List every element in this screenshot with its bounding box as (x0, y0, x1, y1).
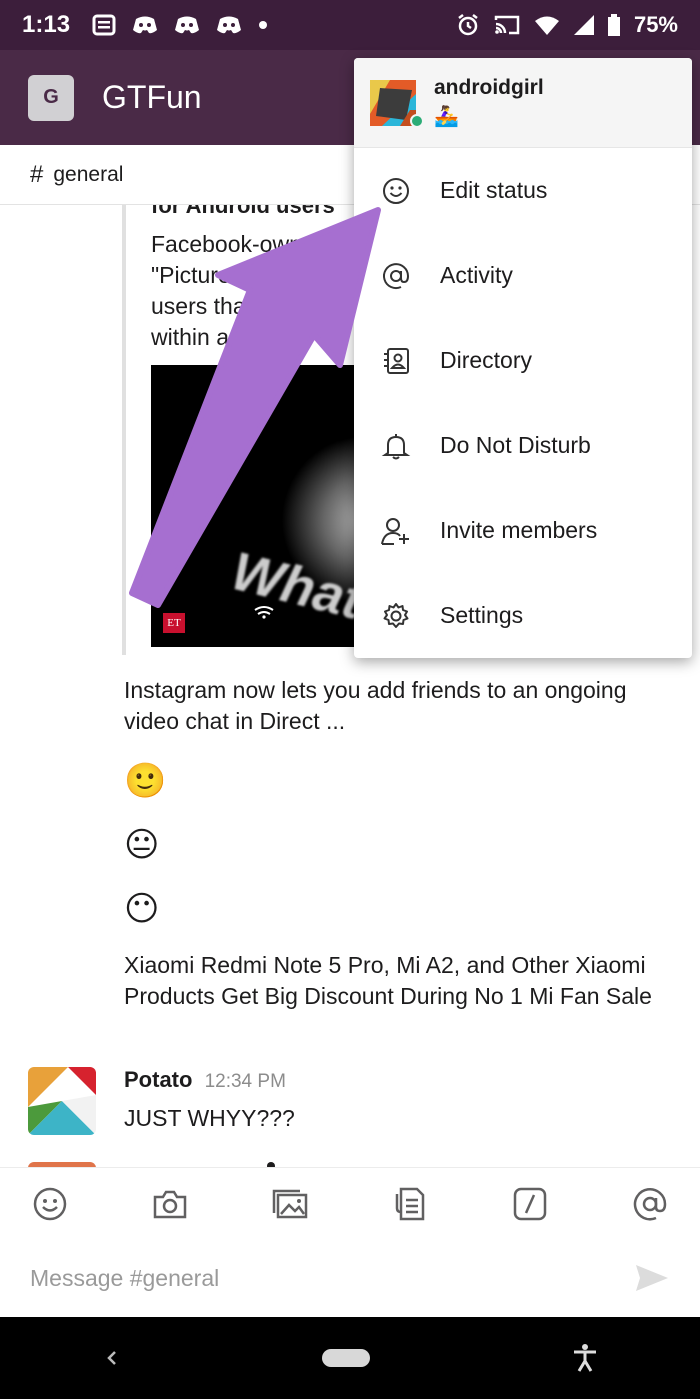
menu-item-label: Invite members (440, 517, 598, 543)
alarm-icon (458, 14, 478, 36)
message-text: Xiaomi Redmi Note 5 Pro, Mi A2, and Othe… (124, 952, 652, 1009)
back-icon[interactable] (101, 1346, 121, 1370)
composer-toolbar (0, 1167, 700, 1239)
dot-icon (259, 21, 268, 29)
status-bar: 1:13 75% (0, 0, 700, 50)
menu-item-edit-status[interactable]: Edit status (354, 148, 692, 233)
avatar[interactable] (28, 1067, 96, 1135)
menu-item-activity[interactable]: Activity (354, 233, 692, 318)
camera-icon (153, 1190, 187, 1218)
workspace-icon[interactable]: G (28, 74, 74, 121)
menu-item-directory[interactable]: Directory (354, 318, 692, 403)
wifi-watermark-icon (254, 606, 274, 619)
menu-item-label: Do Not Disturb (440, 432, 591, 458)
discord-icon (133, 16, 158, 34)
discord-icon (175, 16, 200, 34)
menu-profile-header[interactable]: androidgirl 🚣‍♀️ (354, 58, 692, 148)
et-logo: ET (163, 613, 185, 633)
message-composer (0, 1239, 700, 1317)
smiley-icon (380, 175, 412, 207)
workspace-name[interactable]: GTFun (102, 79, 202, 116)
file-icon (395, 1187, 425, 1220)
message-header: Potato 12:34 PM (124, 1067, 286, 1093)
menu-item-settings[interactable]: Settings (354, 573, 692, 658)
channel-name: general (53, 162, 124, 186)
unfurl-title: for Android users (151, 205, 335, 218)
user-avatar (370, 79, 424, 128)
menu-user-info: androidgirl 🚣‍♀️ (434, 76, 544, 129)
slash-command-icon (513, 1187, 547, 1220)
menu-item-label: Activity (440, 262, 513, 288)
username: androidgirl (434, 76, 544, 99)
mention-icon (633, 1187, 667, 1220)
newsletter-icon (92, 14, 116, 36)
message-input[interactable] (30, 1264, 634, 1292)
system-navigation-bar (0, 1317, 700, 1399)
channel-hash-icon: # (30, 160, 44, 188)
emoji-message: 😐 (124, 826, 160, 864)
emoji-message: 🙂 (124, 762, 167, 800)
file-button[interactable] (390, 1184, 430, 1224)
message-text: Instagram now lets you add friends to an… (124, 677, 627, 734)
clock: 1:13 (22, 11, 71, 38)
author-name[interactable]: Potato (124, 1067, 192, 1092)
menu-item-label: Settings (440, 602, 524, 628)
gallery-button[interactable] (270, 1184, 310, 1224)
add-person-icon (380, 515, 412, 547)
at-icon (380, 260, 412, 292)
accessibility-icon[interactable] (571, 1343, 599, 1373)
camera-button[interactable] (150, 1184, 190, 1224)
menu-item-label: Directory (440, 347, 533, 373)
directory-icon (380, 345, 412, 377)
discord-icon (217, 16, 242, 34)
emoji-message: 😶 (124, 890, 160, 928)
gallery-icon (272, 1189, 308, 1218)
menu-item-do-not-disturb[interactable]: Do Not Disturb (354, 403, 692, 488)
wifi-icon (534, 16, 559, 35)
emoji-icon (33, 1187, 67, 1220)
mention-button[interactable] (630, 1184, 670, 1224)
send-icon[interactable] (634, 1262, 670, 1294)
slash-command-button[interactable] (510, 1184, 550, 1224)
message-timestamp: 12:34 PM (204, 1071, 286, 1092)
signal-icon (573, 15, 594, 35)
bell-icon (380, 430, 412, 462)
emoji-button[interactable] (30, 1184, 70, 1224)
system-icons: 75% (456, 12, 678, 38)
cast-icon (494, 15, 520, 35)
menu-item-invite-members[interactable]: Invite members (354, 488, 692, 573)
workspace-menu: androidgirl 🚣‍♀️ Edit status Activity Di… (354, 58, 692, 658)
gear-icon (380, 600, 412, 632)
online-status-dot (410, 113, 424, 128)
menu-item-label: Edit status (440, 177, 548, 203)
notification-icons (92, 14, 268, 36)
battery-level: 75% (633, 12, 678, 37)
home-button[interactable] (321, 1349, 370, 1367)
status-emoji: 🚣‍♀️ (434, 106, 459, 128)
battery-icon (607, 14, 620, 36)
message-text: JUST WHYY??? (124, 1105, 295, 1131)
